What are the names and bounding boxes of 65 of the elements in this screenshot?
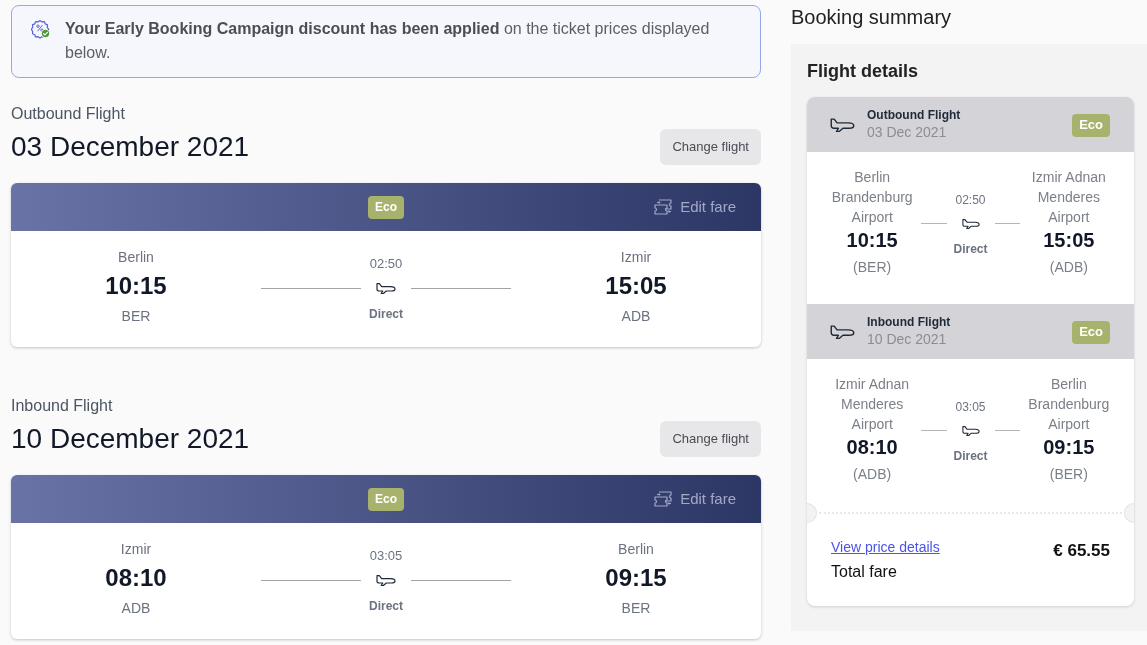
arrival-time: 15:05	[1043, 228, 1095, 253]
notch-icon	[807, 503, 817, 523]
plane-icon	[376, 282, 396, 294]
departure-time: 08:10	[105, 563, 167, 593]
panel-title: Flight details	[807, 60, 918, 82]
city-name: Izmir	[120, 540, 152, 559]
city-name: Izmir	[620, 248, 652, 267]
plane-icon	[830, 324, 855, 339]
leg-date: 10 Dec 2021	[867, 330, 948, 348]
summary-title: Booking summary	[791, 5, 952, 29]
plane-icon	[961, 218, 980, 229]
stops-label: Direct	[953, 448, 988, 464]
airport-code: ADB	[121, 599, 151, 618]
airport-name: Berlin Brandenburg Airport	[1027, 375, 1111, 434]
city-name: Berlin	[618, 540, 654, 559]
flight-duration: 03:05	[955, 399, 986, 415]
flight-label: Inbound Flight	[11, 396, 113, 416]
flight-date: 10 December 2021	[11, 422, 250, 456]
tickets-icon	[654, 491, 674, 508]
stops-label: Direct	[953, 241, 988, 257]
airport-code: BER	[121, 307, 151, 326]
flight-duration: 03:05	[369, 548, 403, 564]
leg-label: Inbound Flight	[867, 315, 951, 330]
arrival-time: 09:15	[1043, 435, 1095, 460]
airport-code: BER	[621, 599, 651, 618]
fare-badge: Eco	[1072, 320, 1110, 344]
fare-badge: Eco	[368, 487, 404, 511]
notch-icon	[1124, 503, 1134, 523]
banner-text: Your Early Booking Campaign discount has been applied on the ticket prices displayed below.	[65, 19, 711, 63]
airport-name: Izmir Adnan Menderes Airport	[834, 375, 911, 434]
leg-date: 03 Dec 2021	[867, 123, 948, 141]
price-details-link[interactable]: View price details	[831, 537, 940, 557]
plane-icon	[961, 425, 980, 436]
total-price: € 65.55	[1053, 540, 1110, 562]
departure-time: 08:10	[846, 435, 898, 460]
edit-fare-button[interactable]: Edit fare	[654, 488, 736, 511]
discount-badge-icon	[31, 19, 51, 39]
airport-code: (BER)	[853, 258, 892, 277]
tickets-icon	[654, 199, 674, 216]
edit-fare-button[interactable]: Edit fare	[654, 196, 736, 219]
city-name: Berlin	[118, 248, 154, 267]
plane-icon	[376, 574, 396, 586]
flight-duration: 02:50	[955, 192, 986, 208]
airport-code: (ADB)	[1049, 258, 1088, 277]
plane-icon	[830, 117, 855, 132]
arrival-time: 15:05	[605, 271, 667, 301]
change-flight-button[interactable]: Change flight	[660, 421, 761, 457]
departure-time: 10:15	[105, 271, 167, 301]
airport-code: ADB	[621, 307, 651, 326]
arrival-time: 09:15	[605, 563, 667, 593]
stops-label: Direct	[369, 306, 403, 322]
airport-code: (ADB)	[853, 465, 892, 484]
flight-date: 03 December 2021	[11, 130, 250, 164]
stops-label: Direct	[369, 598, 403, 614]
leg-label: Outbound Flight	[867, 108, 961, 123]
flight-label: Outbound Flight	[11, 104, 125, 124]
airport-code: (BER)	[1049, 465, 1088, 484]
fare-badge: Eco	[1072, 113, 1110, 137]
departure-time: 10:15	[846, 228, 898, 253]
flight-duration: 02:50	[369, 256, 403, 272]
airport-name: Berlin Brandenburg Airport	[830, 168, 914, 227]
total-label: Total fare	[831, 562, 897, 582]
airport-name: Izmir Adnan Menderes Airport	[1030, 168, 1107, 227]
fare-badge: Eco	[368, 195, 404, 219]
change-flight-button[interactable]: Change flight	[660, 129, 761, 165]
